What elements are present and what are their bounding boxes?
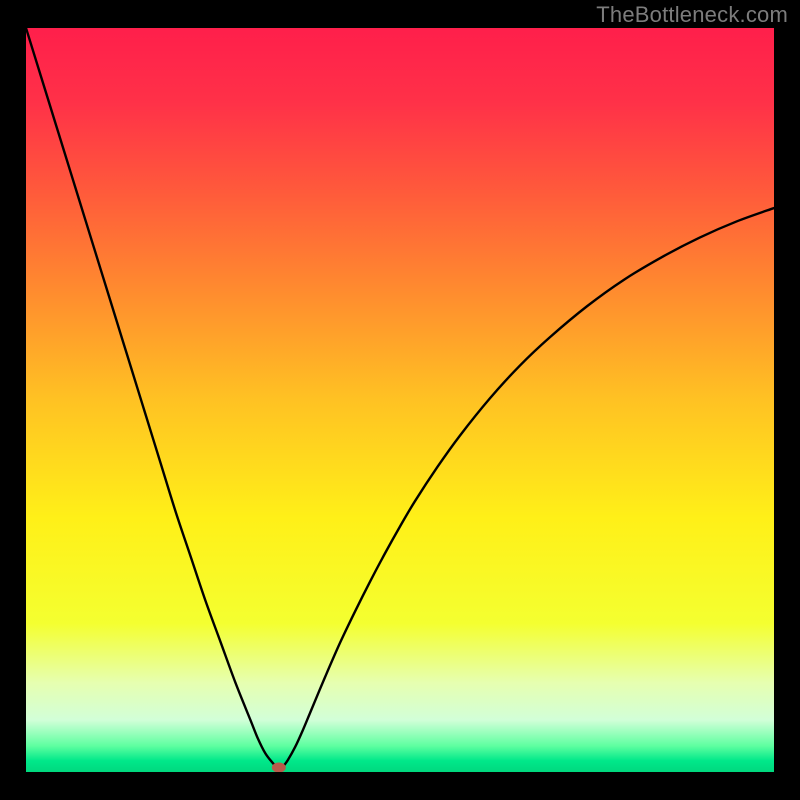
plot-area <box>26 28 774 772</box>
gradient-background <box>26 28 774 772</box>
chart-svg <box>26 28 774 772</box>
chart-frame: TheBottleneck.com <box>0 0 800 800</box>
watermark-text: TheBottleneck.com <box>596 2 788 28</box>
